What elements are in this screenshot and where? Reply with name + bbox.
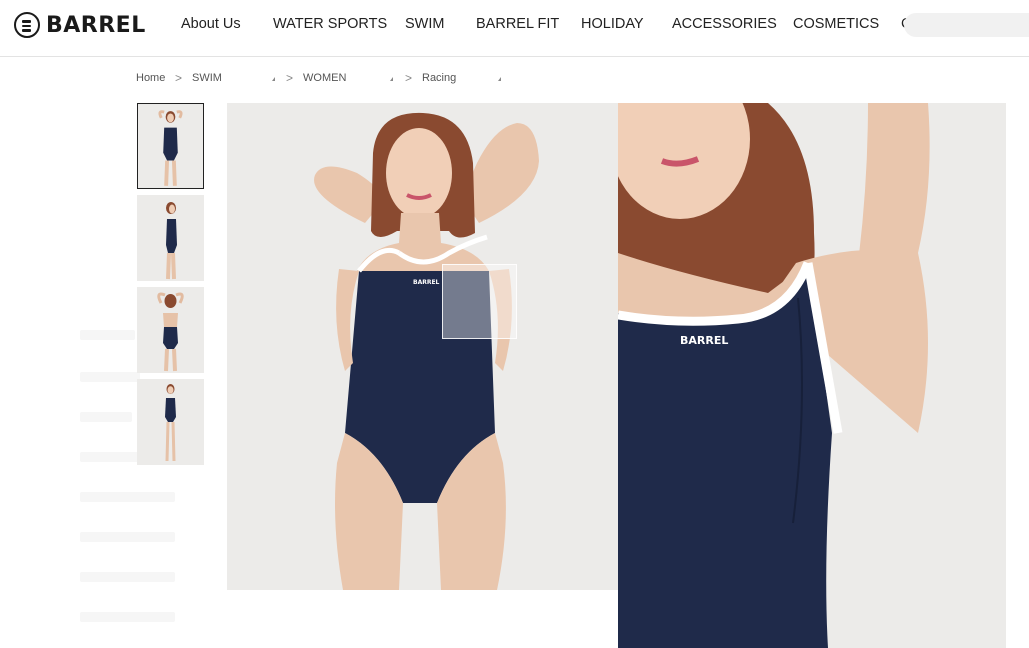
thumbnail-full[interactable] [137,379,204,465]
nav-barrel-fit[interactable]: BARREL FIT [476,16,559,32]
model-front-thumbnail [138,104,203,188]
faded-text [80,572,175,582]
nav-cosmetics[interactable]: COSMETICS [793,16,879,32]
breadcrumb-swim[interactable]: SWIM [192,72,222,84]
breadcrumb-separator: > [175,71,183,85]
faded-text [80,452,138,462]
brand-logo[interactable]: BARREL [14,12,146,38]
thumbnail-side[interactable] [137,195,204,281]
caret-down-icon[interactable] [272,77,275,81]
search-input[interactable] [904,13,1029,37]
nav-water-sports[interactable]: WATER SPORTS [273,16,387,32]
thumbnail-front[interactable] [137,103,204,189]
nav-swim[interactable]: SWIM [405,16,444,32]
caret-down-icon[interactable] [390,77,393,81]
model-zoom-photo: BARREL [618,103,1006,648]
product-main-image[interactable]: BARREL [227,103,618,590]
breadcrumb-home[interactable]: Home [136,72,165,84]
model-side-thumbnail [137,195,204,281]
nav-holiday[interactable]: HOLIDAY [581,16,644,32]
breadcrumb-separator: > [286,71,294,85]
model-full-thumbnail [137,379,204,465]
model-swimsuit-photo: BARREL [227,103,618,590]
nav-accessories[interactable]: ACCESSORIES [672,16,777,32]
breadcrumb-women[interactable]: WOMEN [303,72,346,84]
zoom-lens[interactable] [442,264,517,339]
menu-circle-icon[interactable] [14,12,40,38]
caret-down-icon[interactable] [498,77,501,81]
faded-text [80,492,175,502]
faded-text [80,612,175,622]
faded-text [80,372,140,382]
zoom-preview: BARREL [618,103,1006,648]
model-back-thumbnail [137,287,204,373]
faded-text [80,330,135,340]
faded-text [80,412,132,422]
faded-text [80,532,175,542]
breadcrumb-separator: > [405,71,413,85]
site-header: BARREL About Us WATER SPORTS SWIM BARREL… [0,0,1029,57]
nav-about-us[interactable]: About Us [181,16,241,32]
thumbnail-back[interactable] [137,287,204,373]
svg-text:BARREL: BARREL [413,279,440,286]
svg-text:BARREL: BARREL [680,334,728,347]
breadcrumb-racing[interactable]: Racing [422,72,456,84]
brand-name: BARREL [46,12,146,38]
